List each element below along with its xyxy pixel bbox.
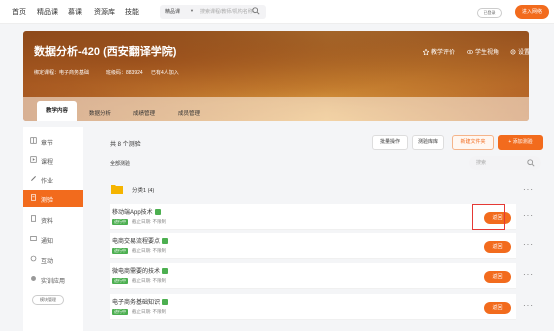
return-button[interactable]: 返回 — [484, 271, 511, 283]
student-view-label: 学生视角 — [475, 50, 500, 56]
folder-label: 分类1 (4) — [132, 188, 155, 194]
settings-button[interactable]: 设置 — [510, 47, 529, 56]
list-item[interactable]: 电商交易流程要点 进行中 截止日期: 不限制 返回 — [110, 233, 516, 259]
list-item[interactable]: 电子商务基础知识 进行中 截止日期: 不限制 返回 — [110, 294, 516, 320]
star-icon — [422, 48, 430, 56]
sidebar-item-tests[interactable]: 测验 — [23, 190, 83, 207]
status-badge: 进行中 — [112, 248, 128, 254]
test-count: 共 8 个测验 — [110, 142, 141, 148]
sidebar-item-label: 实训应用 — [41, 279, 66, 285]
gear-icon — [31, 276, 36, 281]
nav-item-home[interactable]: 首页 — [12, 7, 26, 17]
nav-item-mooc[interactable]: 慕课 — [68, 7, 82, 17]
sidebar-item-interaction[interactable]: 互动 — [23, 251, 83, 268]
nav-item-resources[interactable]: 资源库 — [94, 7, 115, 17]
message-icon — [30, 236, 37, 241]
list-item[interactable]: 微电商需要的技术 进行中 截止日期: 不限制 返回 — [110, 263, 516, 289]
eye-icon — [467, 49, 473, 55]
return-button[interactable]: 返回 — [484, 241, 511, 253]
test-title: 电子商务基础知识 — [112, 297, 169, 306]
search-icon[interactable] — [527, 159, 535, 167]
search-input[interactable]: 搜索课程/教师/机构名称 — [200, 8, 253, 15]
sidebar-item-label: 通知 — [41, 239, 54, 245]
tab-teaching-content[interactable]: 教学内容 — [37, 101, 77, 121]
evaluation-button[interactable]: 教学评价 — [422, 47, 456, 56]
nav-item-skills[interactable]: 技能 — [125, 7, 139, 17]
deadline-text: 截止日期: 不限制 — [132, 248, 166, 253]
chat-icon — [30, 255, 37, 262]
batch-operation-button[interactable]: 批量操作 — [372, 135, 408, 150]
sidebar-item-chapters[interactable]: 章节 — [23, 133, 83, 150]
search-box[interactable]: 精品课 ▼ 搜索课程/教师/机构名称 — [160, 5, 266, 19]
list-item[interactable]: 移动端App技术 进行中 截止日期: 不限制 返回 — [110, 204, 516, 230]
tab-grades[interactable]: 成绩管理 — [133, 109, 155, 117]
sidebar-item-label: 课程 — [41, 160, 54, 166]
deadline-text: 截止日期: 不限制 — [132, 278, 166, 283]
status-badge: 进行中 — [112, 219, 128, 225]
student-view-button[interactable]: 学生视角 — [467, 47, 499, 56]
test-library-button[interactable]: 测验库库 — [412, 135, 444, 150]
sidebar-item-label: 资料 — [41, 219, 54, 225]
nav-item-premium[interactable]: 精品课 — [37, 7, 58, 17]
sidebar-item-label: 章节 — [41, 141, 54, 147]
enter-button[interactable]: 进入网络 — [515, 5, 549, 19]
test-title: 移动端App技术 — [112, 207, 161, 216]
sidebar: 章节 课程 作业 测验 资料 通知 互动 实训应用 模块管理 — [23, 127, 83, 331]
status-badge: 进行中 — [112, 278, 128, 284]
file-icon — [31, 215, 36, 222]
highlight-box — [472, 204, 505, 230]
test-title: 电商交易流程要点 — [112, 236, 169, 245]
book-icon — [30, 137, 37, 144]
evaluation-label: 教学评价 — [431, 50, 456, 56]
sidebar-item-label: 作业 — [41, 179, 54, 185]
all-tests-filter[interactable]: 全部测验 — [110, 160, 130, 167]
search-input[interactable]: 搜索 — [476, 159, 486, 166]
pencil-icon — [31, 176, 36, 181]
play-icon — [30, 156, 37, 163]
more-options-icon[interactable]: ··· — [523, 301, 534, 310]
test-search-box[interactable]: 搜索 — [469, 156, 541, 170]
joined-count: 已有4人加入 — [151, 70, 179, 76]
test-title: 微电商需要的技术 — [112, 266, 169, 275]
more-options-icon[interactable]: ··· — [523, 211, 534, 220]
more-options-icon[interactable]: ··· — [523, 270, 534, 279]
course-banner: 数据分析-420 (西安翻译学院) 绑定课程：电子商务基础 班级码：883924… — [23, 31, 529, 121]
deadline-text: 截止日期: 不限制 — [132, 309, 166, 314]
course-title: 数据分析-420 (西安翻译学院) — [34, 46, 177, 58]
sidebar-item-courses[interactable]: 课程 — [23, 152, 83, 169]
folder-icon — [111, 185, 123, 194]
sidebar-item-materials[interactable]: 资料 — [23, 211, 83, 228]
more-options-icon[interactable]: ··· — [523, 185, 534, 194]
more-options-icon[interactable]: ··· — [523, 240, 534, 249]
status-pill[interactable]: 已登录 — [477, 8, 502, 18]
sidebar-item-label: 互动 — [41, 259, 54, 265]
top-nav: 首页 精品课 慕课 资源库 技能 精品课 ▼ 搜索课程/教师/机构名称 已登录 … — [0, 0, 554, 24]
tab-data-analysis[interactable]: 数据分析 — [89, 109, 111, 117]
search-category[interactable]: 精品课 — [165, 8, 180, 15]
return-button[interactable]: 返回 — [484, 302, 511, 314]
folder-group[interactable]: 分类1 (4) — [110, 182, 530, 198]
sidebar-item-notices[interactable]: 通知 — [23, 231, 83, 248]
settings-label: 设置 — [518, 50, 529, 56]
chevron-down-icon: ▼ — [190, 8, 194, 13]
class-code: 班级码：883924 — [106, 70, 143, 76]
sidebar-item-label: 测验 — [41, 198, 54, 204]
sidebar-item-practice[interactable]: 实训应用 — [23, 271, 83, 288]
sidebar-item-homework[interactable]: 作业 — [23, 171, 83, 188]
new-folder-button[interactable]: 新建文件夹 — [452, 135, 494, 150]
module-manage-button[interactable]: 模块管理 — [32, 295, 64, 305]
document-icon — [31, 194, 36, 201]
status-badge: 进行中 — [112, 309, 128, 315]
gear-icon — [510, 49, 516, 55]
deadline-text: 截止日期: 不限制 — [132, 219, 166, 224]
add-test-button[interactable]: + 添加测验 — [498, 135, 543, 150]
tab-members[interactable]: 成员管理 — [178, 109, 200, 117]
course-label: 绑定课程：电子商务基础 — [34, 70, 90, 76]
search-icon[interactable] — [252, 7, 260, 15]
